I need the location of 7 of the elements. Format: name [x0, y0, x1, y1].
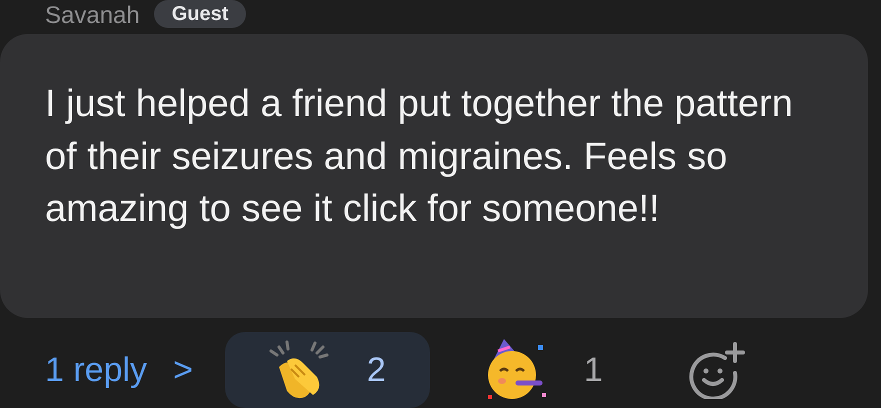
- add-reaction-icon[interactable]: [686, 341, 745, 399]
- reaction-button[interactable]: 2: [224, 332, 430, 408]
- replies-link[interactable]: 1 reply >: [45, 344, 193, 396]
- reaction-button[interactable]: 1: [440, 332, 647, 408]
- guest-badge: Guest: [154, 0, 246, 28]
- message-text: I just helped a friend put together the pattern of their seizures and migraines. Feels so amazing to see it click for someone!!: [45, 82, 794, 232]
- author-name: Savanah: [45, 4, 140, 28]
